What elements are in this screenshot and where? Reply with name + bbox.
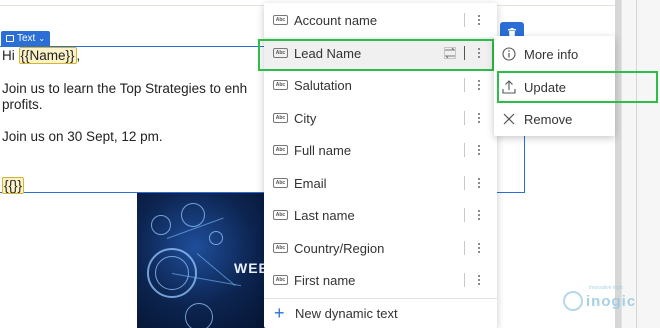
dynamic-text-item[interactable]: Abc City bbox=[264, 102, 497, 134]
hero-decor-ring bbox=[185, 303, 213, 328]
more-options-icon[interactable] bbox=[469, 237, 489, 259]
update-highlight bbox=[497, 71, 658, 103]
item-separator bbox=[464, 143, 465, 157]
more-options-icon[interactable] bbox=[469, 269, 489, 291]
text-field-icon: Abc bbox=[273, 210, 288, 220]
hero-decor-ring bbox=[181, 203, 205, 227]
empty-dynamic-token[interactable]: {{}} bbox=[2, 177, 25, 194]
dynamic-text-label: Last name bbox=[294, 207, 355, 223]
watermark-mark-icon bbox=[563, 291, 583, 311]
more-options-icon[interactable] bbox=[469, 139, 489, 161]
item-separator bbox=[464, 111, 465, 125]
body-line-1[interactable]: Join us to learn the Top Strategies to e… bbox=[2, 81, 247, 96]
hero-decor-ring bbox=[151, 215, 171, 235]
more-options-icon[interactable] bbox=[469, 74, 489, 96]
dynamic-text-label: Country/Region bbox=[294, 240, 385, 256]
greeting-prefix: Hi bbox=[2, 48, 19, 63]
greeting-line[interactable]: Hi {{Name}}, bbox=[2, 47, 81, 64]
item-separator bbox=[464, 78, 465, 92]
body-line-2[interactable]: profits. bbox=[2, 97, 43, 112]
dynamic-text-item[interactable]: Abc First name bbox=[264, 264, 497, 296]
dynamic-text-item[interactable]: Abc Email bbox=[264, 167, 497, 199]
dynamic-text-item[interactable]: Abc Account name bbox=[264, 4, 497, 36]
item-separator bbox=[464, 241, 465, 255]
watermark-logo: inogic innovative logic bbox=[563, 285, 637, 311]
info-icon bbox=[502, 47, 516, 61]
name-token[interactable]: {{Name}} bbox=[18, 47, 77, 64]
dynamic-text-item[interactable]: Abc Full name bbox=[264, 134, 497, 166]
right-pane-divider bbox=[636, 0, 637, 328]
dynamic-text-label: First name bbox=[294, 272, 356, 288]
more-info-label: More info bbox=[524, 46, 579, 62]
dynamic-text-label: Email bbox=[294, 175, 327, 191]
text-field-icon: Abc bbox=[273, 80, 288, 90]
event-line[interactable]: Join us on 30 Sept, 12 pm. bbox=[2, 129, 163, 144]
text-field-icon: Abc bbox=[273, 275, 288, 285]
item-separator bbox=[464, 208, 465, 222]
empty-token-line[interactable]: {{}} bbox=[2, 177, 25, 194]
greeting-suffix: , bbox=[76, 48, 81, 63]
item-separator bbox=[464, 176, 465, 190]
close-icon bbox=[503, 113, 515, 125]
new-dynamic-text-button[interactable]: + New dynamic text bbox=[264, 298, 497, 328]
more-options-icon[interactable] bbox=[469, 204, 489, 226]
dynamic-text-label: Account name bbox=[294, 12, 378, 28]
remove-label: Remove bbox=[524, 111, 573, 127]
more-options-icon[interactable] bbox=[469, 9, 489, 31]
text-block-tag-label: Text bbox=[17, 33, 36, 44]
hero-decor-ring bbox=[209, 231, 223, 245]
watermark-subtext: innovative logic bbox=[589, 285, 624, 291]
text-block-icon bbox=[6, 35, 14, 42]
dynamic-text-label: City bbox=[294, 110, 317, 126]
item-separator bbox=[464, 13, 465, 27]
text-field-icon: Abc bbox=[273, 145, 288, 155]
dynamic-text-label: Salutation bbox=[294, 77, 352, 93]
remove-item[interactable]: Remove bbox=[494, 103, 615, 135]
plus-icon: + bbox=[274, 303, 285, 323]
text-block-tag[interactable]: Text ⌄ bbox=[1, 31, 51, 46]
watermark-text: inogic bbox=[586, 292, 637, 310]
right-pane bbox=[621, 0, 660, 328]
new-dynamic-text-label: New dynamic text bbox=[295, 306, 398, 321]
more-options-icon[interactable] bbox=[469, 172, 489, 194]
dynamic-text-item[interactable]: Abc Country/Region bbox=[264, 232, 497, 264]
more-info-item[interactable]: More info bbox=[494, 38, 615, 70]
dynamic-text-item[interactable]: Abc Last name bbox=[264, 199, 497, 231]
item-separator bbox=[464, 273, 465, 287]
text-field-icon: Abc bbox=[273, 15, 288, 25]
dynamic-text-item[interactable]: Abc Salutation bbox=[264, 69, 497, 101]
text-field-icon: Abc bbox=[273, 178, 288, 188]
text-field-icon: Abc bbox=[273, 113, 288, 123]
dynamic-text-label: Full name bbox=[294, 142, 352, 158]
more-options-icon[interactable] bbox=[469, 107, 489, 129]
chevron-down-icon: ⌄ bbox=[38, 34, 46, 43]
selected-item-highlight bbox=[258, 39, 494, 71]
text-field-icon: Abc bbox=[273, 243, 288, 253]
email-designer: Text ⌄ Hi {{Name}}, Join us to learn the… bbox=[0, 0, 660, 328]
